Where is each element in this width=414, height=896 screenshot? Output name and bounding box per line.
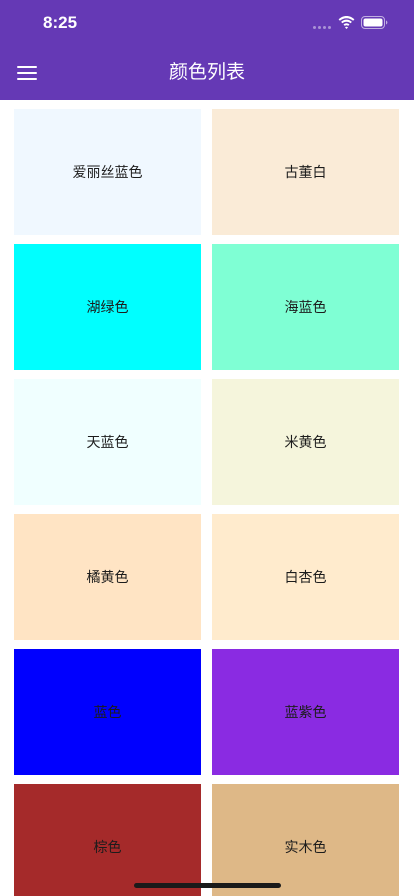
color-tile[interactable]: 海蓝色 xyxy=(212,244,399,370)
status-bar: 8:25 xyxy=(0,0,414,44)
color-tile-label: 橘黄色 xyxy=(86,570,129,586)
page-title: 颜色列表 xyxy=(168,61,245,83)
color-tile-label: 实木色 xyxy=(284,840,327,856)
color-tile[interactable]: 实木色 xyxy=(212,784,399,896)
color-tile-label: 爱丽丝蓝色 xyxy=(72,165,143,181)
home-indicator xyxy=(134,883,281,888)
color-grid: 爱丽丝蓝色 古董白湖绿色 海蓝色天蓝色 米黄色橘黄色 白杏色蓝色 蓝紫色棕色 实木色 xyxy=(14,109,400,896)
color-tile[interactable]: 天蓝色 xyxy=(14,379,201,505)
phone-screen: 8:25 颜色列表 爱丽丝蓝色 古董白湖绿色 海蓝色天蓝色 米黄色橘黄色 白杏色蓝色 蓝紫… xyxy=(0,0,414,896)
color-tile[interactable]: 棕色 xyxy=(14,784,201,896)
color-tile[interactable]: 橘黄色 xyxy=(14,514,201,640)
color-tile-label: 蓝紫色 xyxy=(284,705,327,721)
color-tile-label: 米黄色 xyxy=(284,435,327,451)
menu-icon[interactable] xyxy=(17,66,37,80)
color-tile[interactable]: 蓝色 xyxy=(14,649,201,775)
color-tile[interactable]: 古董白 xyxy=(212,109,399,235)
color-tile[interactable]: 米黄色 xyxy=(212,379,399,505)
battery-icon xyxy=(361,16,388,29)
wifi-icon xyxy=(338,16,355,29)
color-tile[interactable]: 爱丽丝蓝色 xyxy=(14,109,201,235)
cellular-signal-icon xyxy=(313,26,333,30)
color-tile[interactable]: 蓝紫色 xyxy=(212,649,399,775)
color-tile-label: 湖绿色 xyxy=(86,300,129,316)
color-tile-label: 海蓝色 xyxy=(284,300,327,316)
color-tile-label: 天蓝色 xyxy=(86,435,129,451)
color-tile-label: 棕色 xyxy=(93,840,122,856)
status-time: 8:25 xyxy=(43,13,78,32)
color-tile-label: 白杏色 xyxy=(284,570,327,586)
color-tile-label: 古董白 xyxy=(284,165,327,181)
color-tile-label: 蓝色 xyxy=(93,705,122,721)
app-bar: 颜色列表 xyxy=(0,44,414,100)
color-tile[interactable]: 白杏色 xyxy=(212,514,399,640)
color-tile[interactable]: 湖绿色 xyxy=(14,244,201,370)
